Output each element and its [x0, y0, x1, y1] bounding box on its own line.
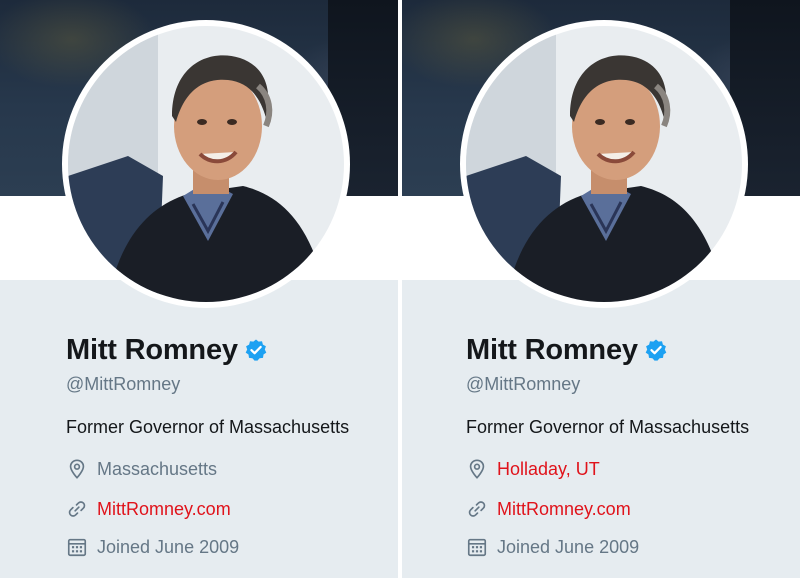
handle: @MittRomney [466, 374, 581, 394]
joined-text: Joined June 2009 [97, 536, 240, 557]
website-row: MittRomney.com [66, 496, 349, 522]
comparison-screenshot: Mitt Romney @MittRomney Former Governor … [0, 0, 800, 578]
map-pin-icon [469, 459, 485, 479]
verified-badge-icon [245, 339, 267, 361]
display-name: Mitt Romney [66, 333, 238, 366]
location-text: Massachusetts [97, 458, 218, 479]
joined-row: Joined June 2009 [466, 534, 749, 560]
profile-card-after: Mitt Romney @MittRomney Former Governor … [402, 0, 800, 578]
map-pin-icon [69, 459, 85, 479]
link-icon [468, 501, 486, 517]
bio: Former Governor of Massachusetts [466, 417, 750, 437]
avatar[interactable] [460, 20, 748, 308]
calendar-icon [67, 538, 87, 557]
calendar-icon [467, 538, 487, 557]
website-link[interactable]: MittRomney.com [497, 499, 631, 520]
location-row: Massachusetts [66, 456, 349, 482]
profile-photo [68, 26, 344, 302]
verified-badge-icon [645, 339, 667, 361]
link-icon [68, 501, 86, 517]
profile-photo [466, 26, 742, 302]
bio: Former Governor of Massachusetts [66, 417, 350, 437]
location-row: Holladay, UT [466, 456, 749, 482]
handle: @MittRomney [66, 374, 181, 394]
website-link[interactable]: MittRomney.com [97, 499, 231, 520]
display-name: Mitt Romney [466, 333, 638, 366]
location-text: Holladay, UT [497, 458, 600, 479]
joined-row: Joined June 2009 [66, 534, 349, 560]
joined-text: Joined June 2009 [497, 536, 640, 557]
website-row: MittRomney.com [466, 496, 749, 522]
profile-card-before: Mitt Romney @MittRomney Former Governor … [0, 0, 398, 578]
avatar[interactable] [62, 20, 350, 308]
